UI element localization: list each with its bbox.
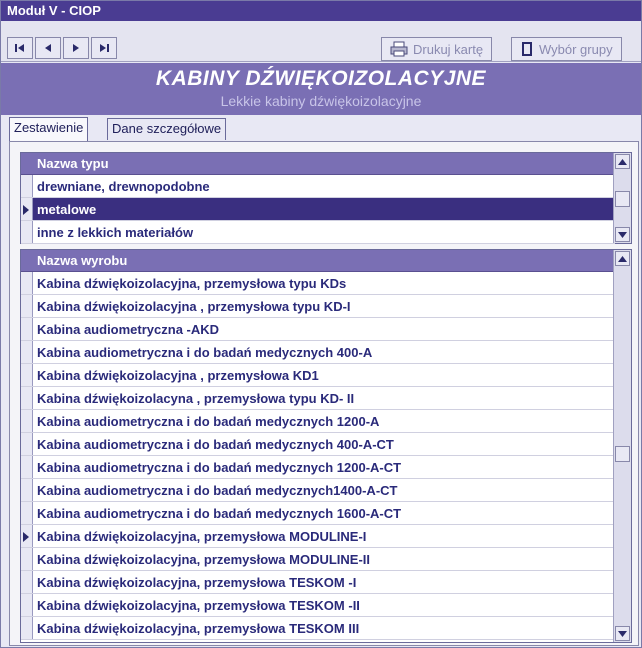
product-row[interactable]: Kabina dźwiękoizolacyjna, przemysłowa TE…	[21, 594, 615, 617]
type-row[interactable]: metalowe	[21, 198, 615, 221]
product-row-label: Kabina dźwiękoizolacyjna, przemysłowa MO…	[37, 529, 367, 544]
first-record-icon	[15, 44, 24, 52]
tab-panel: Nazwa typu drewniane, drewnopodobne metal…	[9, 141, 639, 646]
product-row[interactable]: Kabina dźwiękoizolacyjna, przemysłowa TE…	[21, 571, 615, 594]
product-row-label: Kabina dźwiękoizolacyna , przemysłowa ty…	[37, 391, 355, 406]
scroll-up-button[interactable]	[615, 251, 630, 266]
arrow-down-icon	[618, 231, 627, 238]
scroll-down-button[interactable]	[615, 626, 630, 641]
book-icon	[522, 42, 532, 56]
type-row-label: inne z lekkich materiałów	[37, 225, 194, 240]
product-row-label: Kabina audiometryczna i do badań medyczn…	[37, 483, 398, 498]
scroll-up-button[interactable]	[615, 154, 630, 169]
product-row-label: Kabina audiometryczna i do badań medyczn…	[37, 506, 402, 521]
product-row-label: Kabina dźwiękoizolacyjna, przemysłowa TE…	[37, 621, 360, 636]
page-title: KABINY DŹWIĘKOIZOLACYJNE	[155, 67, 487, 90]
row-selector[interactable]	[21, 456, 33, 478]
tab-summary[interactable]: Zestawienie	[9, 117, 89, 141]
application-window: Moduł V - CIOP Drukuj kartę Wybór grupy …	[0, 0, 642, 648]
product-row[interactable]: Kabina audiometryczna i do badań medyczn…	[21, 433, 615, 456]
products-grid-header: Nazwa wyrobu	[21, 250, 615, 272]
scroll-thumb[interactable]	[615, 191, 630, 207]
arrow-up-icon	[618, 158, 627, 165]
last-record-icon	[100, 44, 109, 52]
row-selector[interactable]	[21, 571, 33, 593]
row-selector[interactable]	[21, 548, 33, 570]
next-record-icon	[73, 44, 79, 52]
row-selector[interactable]	[21, 594, 33, 616]
product-row[interactable]: Kabina audiometryczna i do badań medyczn…	[21, 341, 615, 364]
product-row-label: Kabina dźwiękoizolacyjna, przemysłowa TE…	[37, 575, 357, 590]
page-subtitle: Lekkie kabiny dźwiękoizolacyjne	[220, 93, 422, 109]
tab-details[interactable]: Dane szczegółowe	[107, 118, 227, 140]
row-selector[interactable]	[21, 221, 33, 243]
scroll-down-button[interactable]	[615, 227, 630, 242]
type-row-label: drewniane, drewnopodobne	[37, 179, 210, 194]
row-selector[interactable]	[21, 341, 33, 363]
product-row-label: Kabina dźwiękoizolacyjna, przemysłowa TE…	[37, 598, 360, 613]
product-row-label: Kabina dźwiękoizolacyjna , przemysłowa t…	[37, 299, 351, 314]
product-row-label: Kabina audiometryczna i do badań medyczn…	[37, 437, 394, 452]
product-row[interactable]: Kabina dźwiękoizolacyjna, przemysłowa ty…	[21, 272, 615, 295]
row-selector[interactable]	[21, 617, 33, 639]
product-row[interactable]: Kabina audiometryczna -AKD	[21, 318, 615, 341]
product-row[interactable]: Kabina dźwiękoizolacyjna , przemysłowa t…	[21, 295, 615, 318]
product-row-label: Kabina audiometryczna i do badań medyczn…	[37, 414, 380, 429]
type-row-label: metalowe	[37, 202, 97, 217]
row-selector[interactable]	[21, 272, 33, 294]
current-record-icon	[23, 532, 29, 542]
type-row[interactable]: drewniane, drewnopodobne	[21, 175, 615, 198]
product-row[interactable]: Kabina audiometryczna i do badań medyczn…	[21, 456, 615, 479]
product-row[interactable]: Kabina dźwiękoizolacyjna, przemysłowa TE…	[21, 617, 615, 640]
types-grid-scrollbar[interactable]	[613, 153, 631, 243]
window-title: Moduł V - CIOP	[1, 1, 641, 21]
product-row[interactable]: Kabina dźwiękoizolacyna , przemysłowa ty…	[21, 387, 615, 410]
row-selector[interactable]	[21, 364, 33, 386]
row-selector[interactable]	[21, 318, 33, 340]
row-selector[interactable]	[21, 295, 33, 317]
product-row[interactable]: Kabina audiometryczna i do badań medyczn…	[21, 502, 615, 525]
printer-icon	[390, 41, 408, 57]
product-row-label: Kabina audiometryczna i do badań medyczn…	[37, 345, 373, 360]
product-row-label: Kabina audiometryczna i do badań medyczn…	[37, 460, 402, 475]
previous-record-button[interactable]	[35, 37, 61, 59]
products-grid-scrollbar[interactable]	[613, 250, 631, 642]
row-selector[interactable]	[21, 198, 33, 220]
product-row[interactable]: Kabina dźwiękoizolacyjna, przemysłowa MO…	[21, 525, 615, 548]
row-selector[interactable]	[21, 525, 33, 547]
arrow-down-icon	[618, 630, 627, 637]
row-selector[interactable]	[21, 479, 33, 501]
row-selector[interactable]	[21, 387, 33, 409]
header-banner: KABINY DŹWIĘKOIZOLACYJNE Lekkie kabiny d…	[1, 63, 641, 115]
print-card-label: Drukuj kartę	[413, 41, 484, 57]
product-row-label: Kabina dźwiękoizolacyjna, przemysłowa MO…	[37, 552, 371, 567]
previous-record-icon	[45, 44, 51, 52]
product-row-label: Kabina dźwiękoizolacyjna , przemysłowa K…	[37, 368, 319, 383]
types-grid: Nazwa typu drewniane, drewnopodobne metal…	[20, 152, 632, 244]
first-record-button[interactable]	[7, 37, 33, 59]
row-selector[interactable]	[21, 502, 33, 524]
current-record-icon	[23, 205, 29, 215]
scroll-thumb[interactable]	[615, 446, 630, 462]
row-selector[interactable]	[21, 433, 33, 455]
last-record-button[interactable]	[91, 37, 117, 59]
select-group-label: Wybór grupy	[539, 41, 613, 57]
type-row[interactable]: inne z lekkich materiałów	[21, 221, 615, 244]
select-group-button[interactable]: Wybór grupy	[511, 37, 622, 61]
types-grid-header: Nazwa typu	[21, 153, 615, 175]
product-row[interactable]: Kabina dźwiękoizolacyjna, przemysłowa MO…	[21, 548, 615, 571]
next-record-button[interactable]	[63, 37, 89, 59]
product-row-label: Kabina audiometryczna -AKD	[37, 322, 220, 337]
row-selector[interactable]	[21, 410, 33, 432]
product-row[interactable]: Kabina audiometryczna i do badań medyczn…	[21, 410, 615, 433]
product-row[interactable]: Kabina audiometryczna i do badań medyczn…	[21, 479, 615, 502]
row-selector[interactable]	[21, 175, 33, 197]
products-grid: Nazwa wyrobu Kabina dźwiękoizolacyjna, p…	[20, 249, 632, 643]
product-row-label: Kabina dźwiękoizolacyjna, przemysłowa ty…	[37, 276, 347, 291]
print-card-button[interactable]: Drukuj kartę	[381, 37, 493, 61]
product-row[interactable]: Kabina dźwiękoizolacyjna , przemysłowa K…	[21, 364, 615, 387]
toolbar: Drukuj kartę Wybór grupy	[1, 21, 641, 62]
arrow-up-icon	[618, 255, 627, 262]
